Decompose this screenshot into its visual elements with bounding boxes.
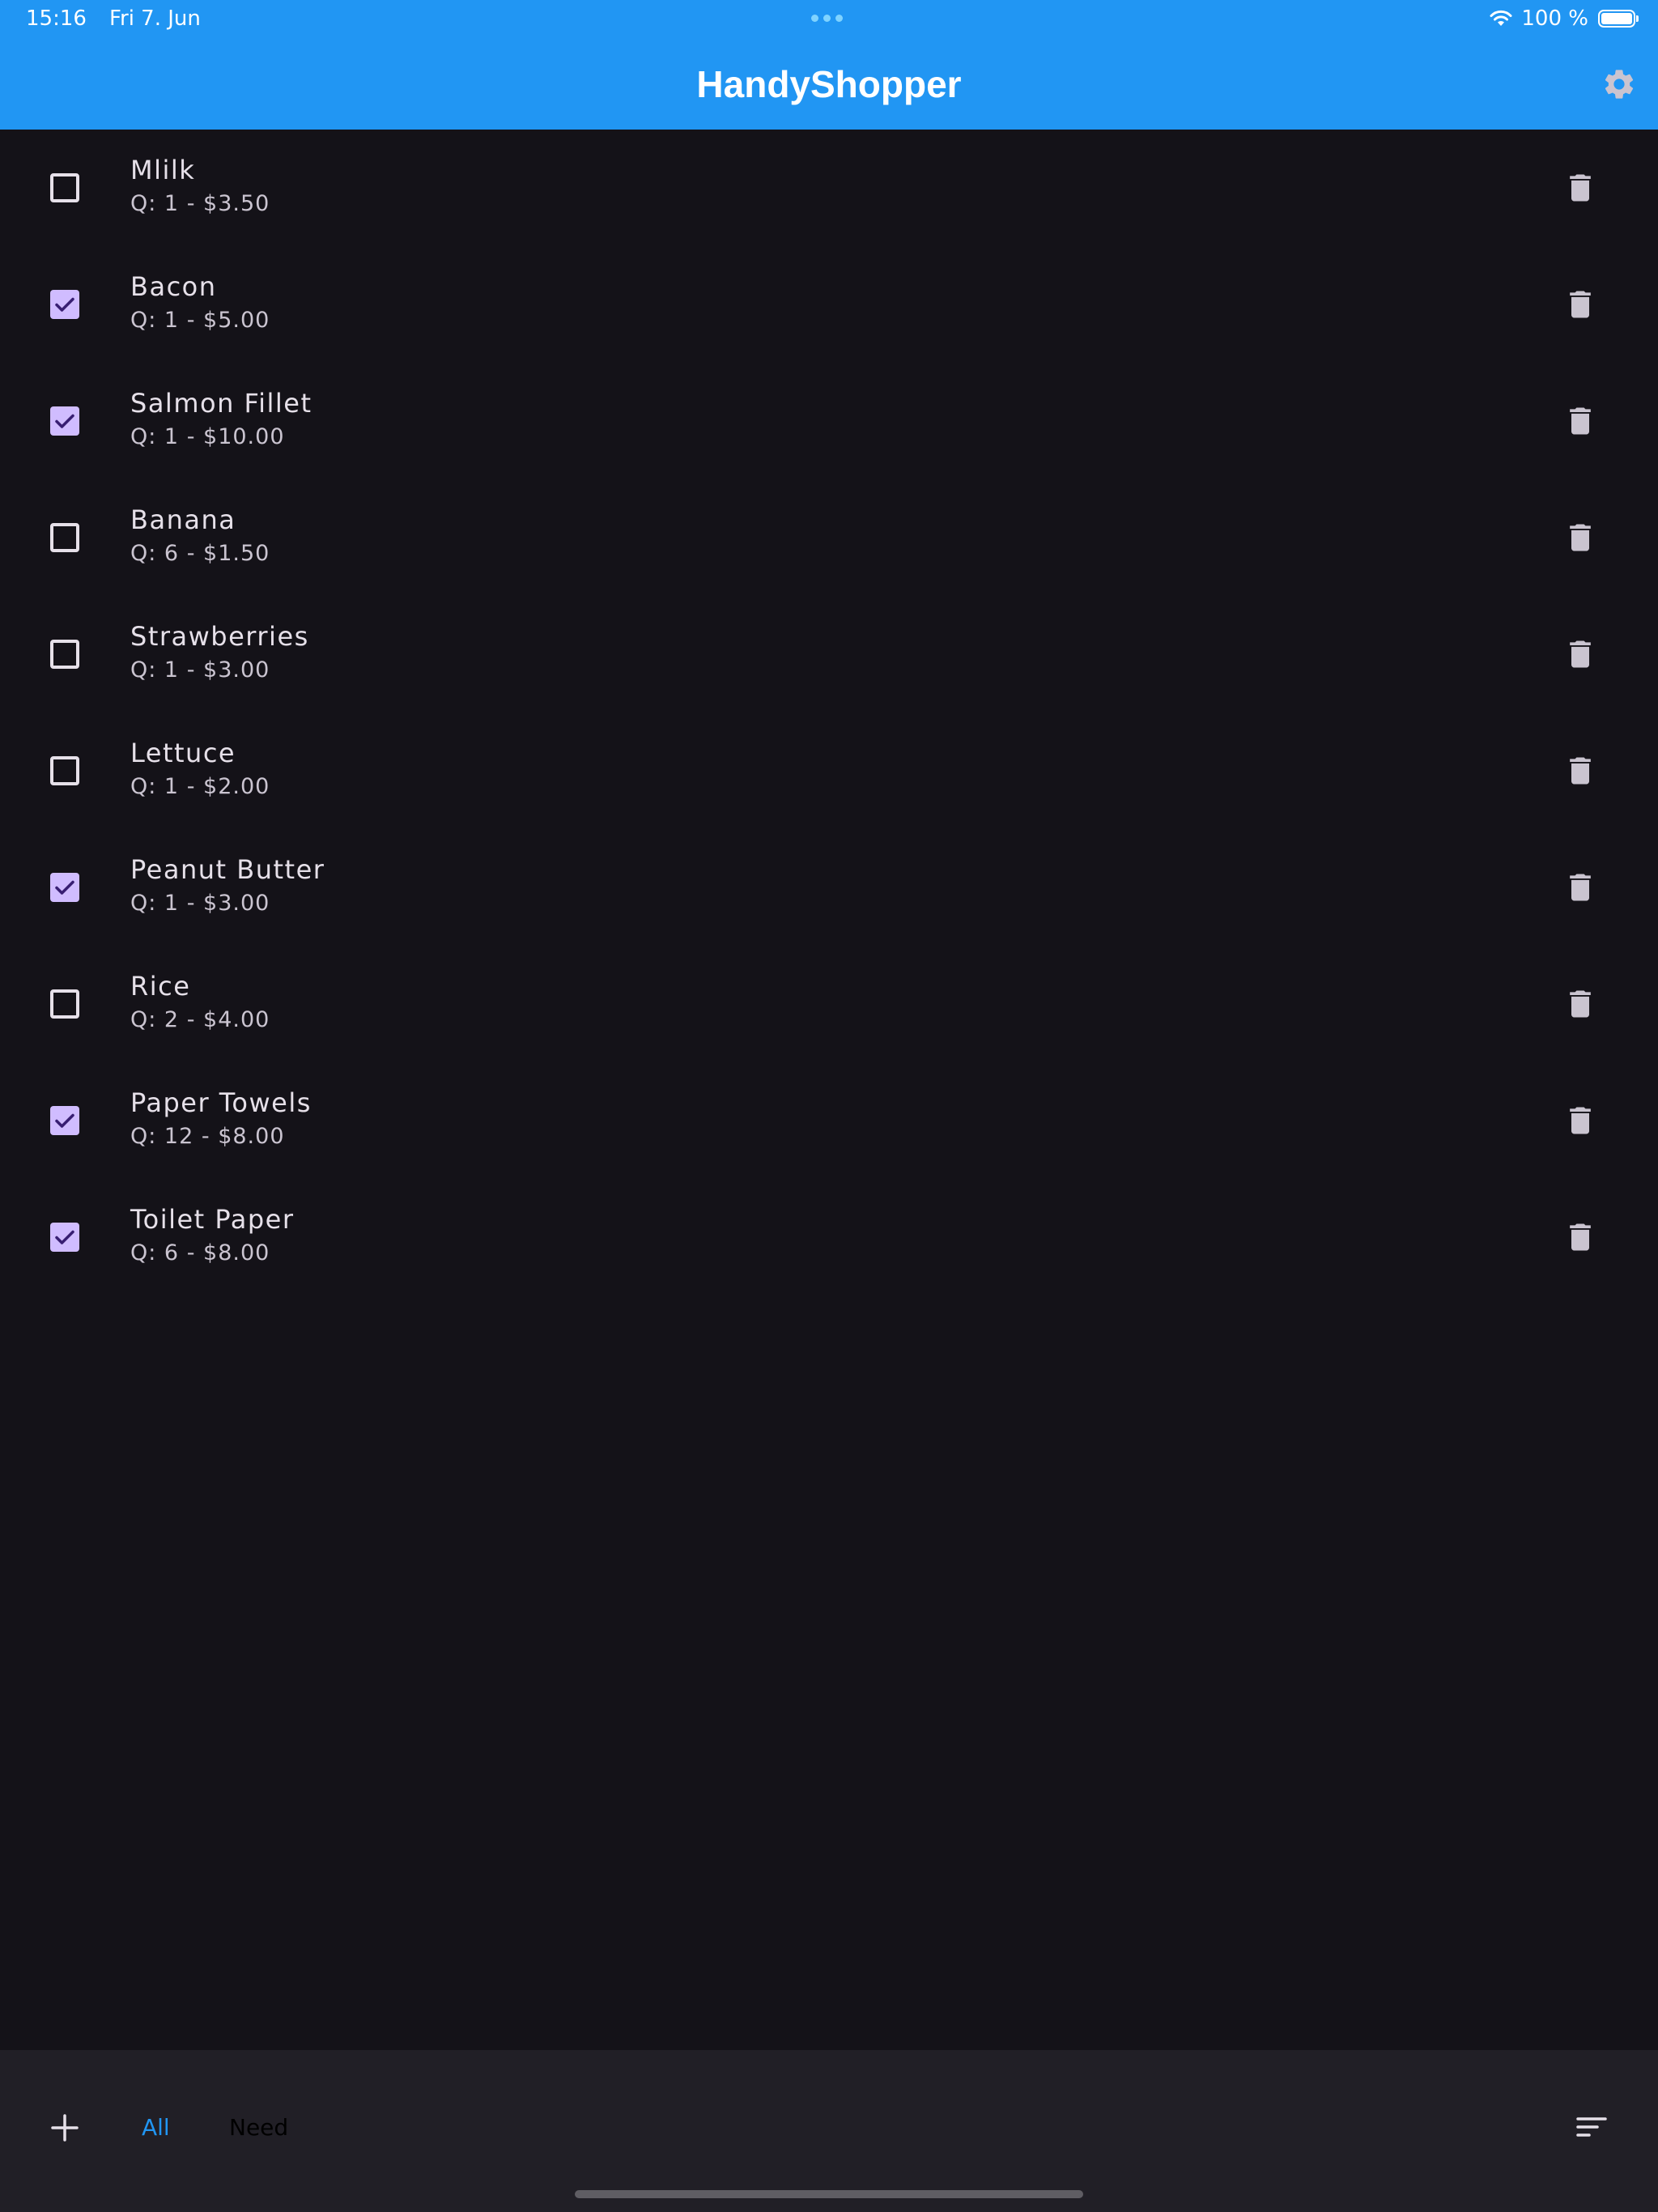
sort-icon[interactable] [1574, 2110, 1609, 2146]
item-name: Salmon Fillet [130, 388, 312, 419]
item-quantity-price: Q: 1 - $2.00 [130, 774, 270, 799]
trash-icon[interactable] [1562, 520, 1598, 555]
list-item[interactable]: Paper Towels Q: 12 - $8.00 [0, 1062, 1658, 1179]
gear-icon[interactable] [1601, 66, 1637, 102]
item-checkbox[interactable] [50, 290, 79, 319]
status-time: 15:16 [26, 6, 87, 31]
item-quantity-price: Q: 1 - $3.50 [130, 191, 270, 216]
item-quantity-price: Q: 12 - $8.00 [130, 1124, 285, 1149]
page-title: HandyShopper [696, 63, 962, 105]
wifi-icon [1490, 10, 1512, 26]
status-date: Fri 7. Jun [108, 6, 201, 31]
list-item[interactable]: Salmon Fillet Q: 1 - $10.00 [0, 363, 1658, 479]
item-quantity-price: Q: 6 - $8.00 [130, 1240, 270, 1266]
check-icon [55, 1113, 74, 1128]
battery-percentage: 100 % [1521, 6, 1588, 31]
item-name: Toilet Paper [130, 1204, 295, 1235]
item-quantity-price: Q: 1 - $10.00 [130, 424, 285, 449]
check-icon [55, 880, 74, 895]
item-checkbox[interactable] [50, 173, 79, 202]
check-icon [55, 1230, 74, 1244]
item-checkbox[interactable] [50, 989, 79, 1019]
item-name: Paper Towels [130, 1087, 312, 1118]
trash-icon[interactable] [1562, 986, 1598, 1022]
item-name: Banana [130, 504, 236, 535]
item-name: Bacon [130, 271, 217, 302]
list-item[interactable]: Peanut Butter Q: 1 - $3.00 [0, 829, 1658, 946]
trash-icon[interactable] [1562, 870, 1598, 905]
check-icon [55, 297, 74, 312]
filter-all-tab[interactable]: All [142, 2112, 170, 2144]
battery-icon [1598, 10, 1639, 28]
plus-icon[interactable] [47, 2110, 83, 2146]
list-item[interactable]: Banana Q: 6 - $1.50 [0, 479, 1658, 596]
trash-icon[interactable] [1562, 170, 1598, 206]
list-item[interactable]: Lettuce Q: 1 - $2.00 [0, 713, 1658, 829]
check-icon [55, 414, 74, 428]
item-checkbox[interactable] [50, 640, 79, 669]
item-checkbox[interactable] [50, 1223, 79, 1252]
item-name: Peanut Butter [130, 854, 325, 885]
trash-icon[interactable] [1562, 753, 1598, 789]
list-item[interactable]: Mlilk Q: 1 - $3.50 [0, 130, 1658, 246]
list-item[interactable]: Strawberries Q: 1 - $3.00 [0, 596, 1658, 713]
item-checkbox[interactable] [50, 406, 79, 436]
item-quantity-price: Q: 1 - $5.00 [130, 308, 270, 333]
item-checkbox[interactable] [50, 873, 79, 902]
item-name: Lettuce [130, 738, 236, 768]
trash-icon[interactable] [1562, 287, 1598, 322]
app-screen: 15:16 Fri 7. Jun 100 % HandyShopper Mlilk… [0, 0, 1658, 2212]
trash-icon[interactable] [1562, 636, 1598, 672]
app-header: 15:16 Fri 7. Jun 100 % HandyShopper [0, 0, 1658, 130]
status-bar-right: 100 % [1489, 6, 1639, 31]
item-quantity-price: Q: 1 - $3.00 [130, 657, 270, 683]
item-checkbox[interactable] [50, 523, 79, 552]
list-item[interactable]: Toilet Paper Q: 6 - $8.00 [0, 1179, 1658, 1295]
list-item[interactable]: Rice Q: 2 - $4.00 [0, 946, 1658, 1062]
bottom-app-bar: All Need [0, 2050, 1658, 2212]
item-name: Mlilk [130, 155, 196, 185]
filter-need-tab[interactable]: Need [229, 2112, 288, 2144]
multitasking-dots-icon[interactable] [811, 15, 847, 23]
item-quantity-price: Q: 6 - $1.50 [130, 541, 270, 566]
trash-icon[interactable] [1562, 1103, 1598, 1138]
home-indicator[interactable] [575, 2190, 1083, 2198]
item-name: Strawberries [130, 621, 309, 652]
list-item[interactable]: Bacon Q: 1 - $5.00 [0, 246, 1658, 363]
item-name: Rice [130, 971, 191, 1002]
trash-icon[interactable] [1562, 1219, 1598, 1255]
status-bar-left: 15:16 Fri 7. Jun [26, 6, 201, 31]
item-quantity-price: Q: 2 - $4.00 [130, 1007, 270, 1032]
item-checkbox[interactable] [50, 756, 79, 785]
item-quantity-price: Q: 1 - $3.00 [130, 891, 270, 916]
trash-icon[interactable] [1562, 403, 1598, 439]
item-checkbox[interactable] [50, 1106, 79, 1135]
